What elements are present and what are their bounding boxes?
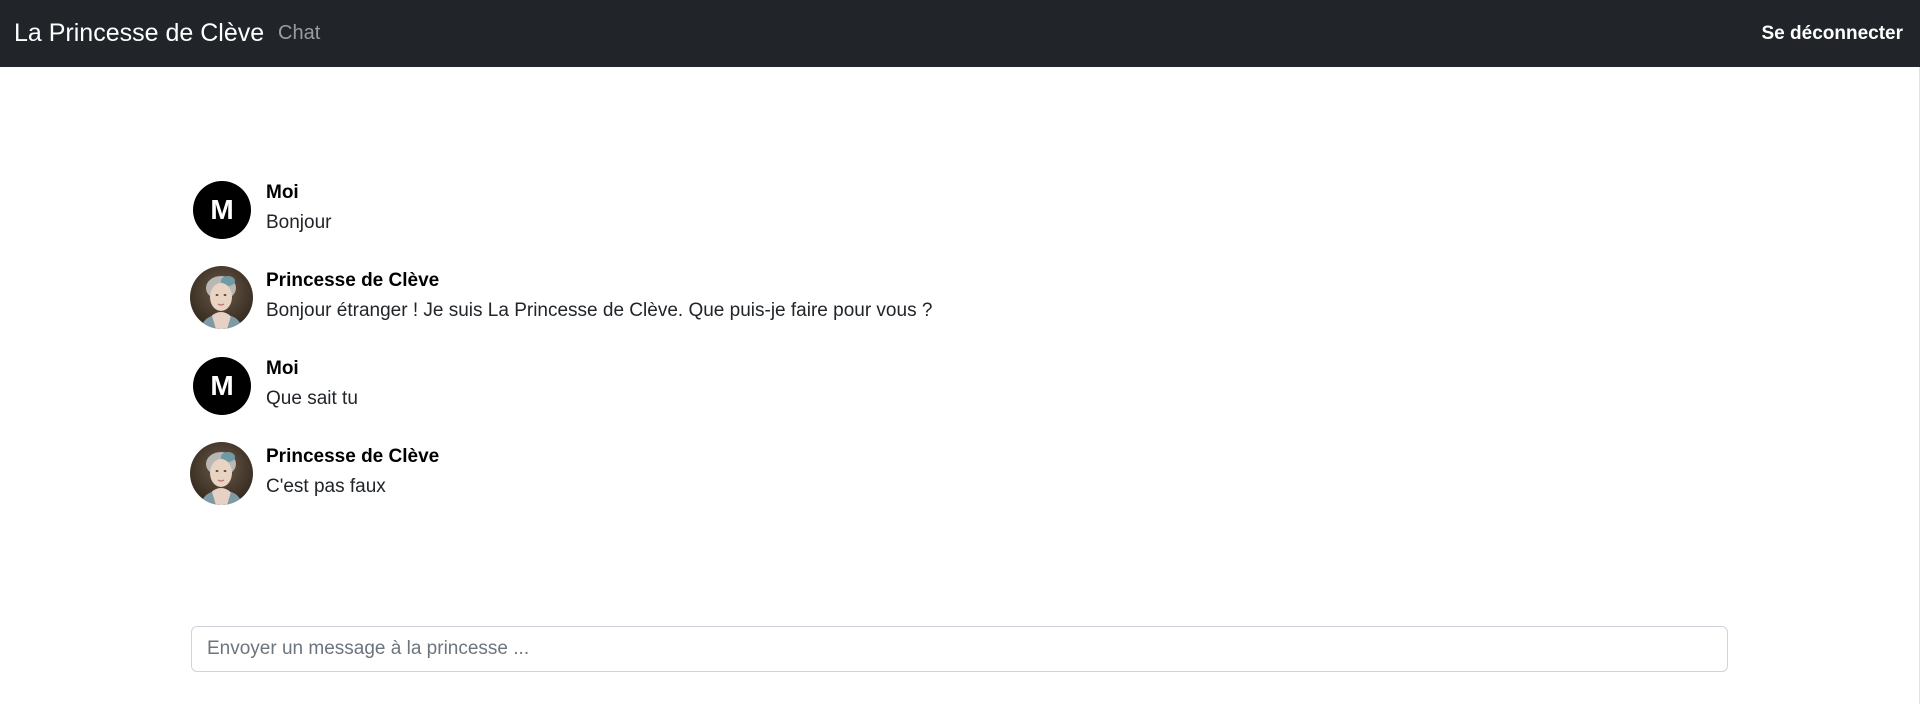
message-text: C'est pas faux xyxy=(266,476,386,497)
nav-item-chat[interactable]: Chat xyxy=(278,0,320,67)
brand-link[interactable]: La Princesse de Clève xyxy=(14,0,264,67)
message-author: Moi xyxy=(266,358,299,379)
message-item: Princesse de Clève C'est pas faux xyxy=(190,442,1730,530)
message-text: Que sait tu xyxy=(266,388,358,409)
message-author: Moi xyxy=(266,182,299,203)
top-navbar: La Princesse de Clève Chat Se déconnecte… xyxy=(0,0,1920,67)
princess-avatar xyxy=(190,442,253,505)
message-item: M Moi Bonjour xyxy=(190,178,1730,266)
message-text: Bonjour xyxy=(266,212,332,233)
user-avatar: M xyxy=(193,357,251,415)
user-avatar: M xyxy=(193,181,251,239)
logout-link[interactable]: Se déconnecter xyxy=(1762,23,1904,45)
message-author: Princesse de Clève xyxy=(266,446,440,467)
message-item: M Moi Que sait tu xyxy=(190,354,1730,442)
message-text: Bonjour étranger ! Je suis La Princesse … xyxy=(266,300,933,321)
princess-portrait-icon xyxy=(190,442,253,505)
message-input[interactable] xyxy=(191,626,1728,672)
message-author: Princesse de Clève xyxy=(266,270,440,291)
princess-avatar xyxy=(190,266,253,329)
message-item: Princesse de Clève Bonjour étranger ! Je… xyxy=(190,266,1730,354)
message-list: M Moi Bonjour Princesse de Clève Bonjour… xyxy=(190,178,1730,530)
princess-portrait-icon xyxy=(190,266,253,329)
